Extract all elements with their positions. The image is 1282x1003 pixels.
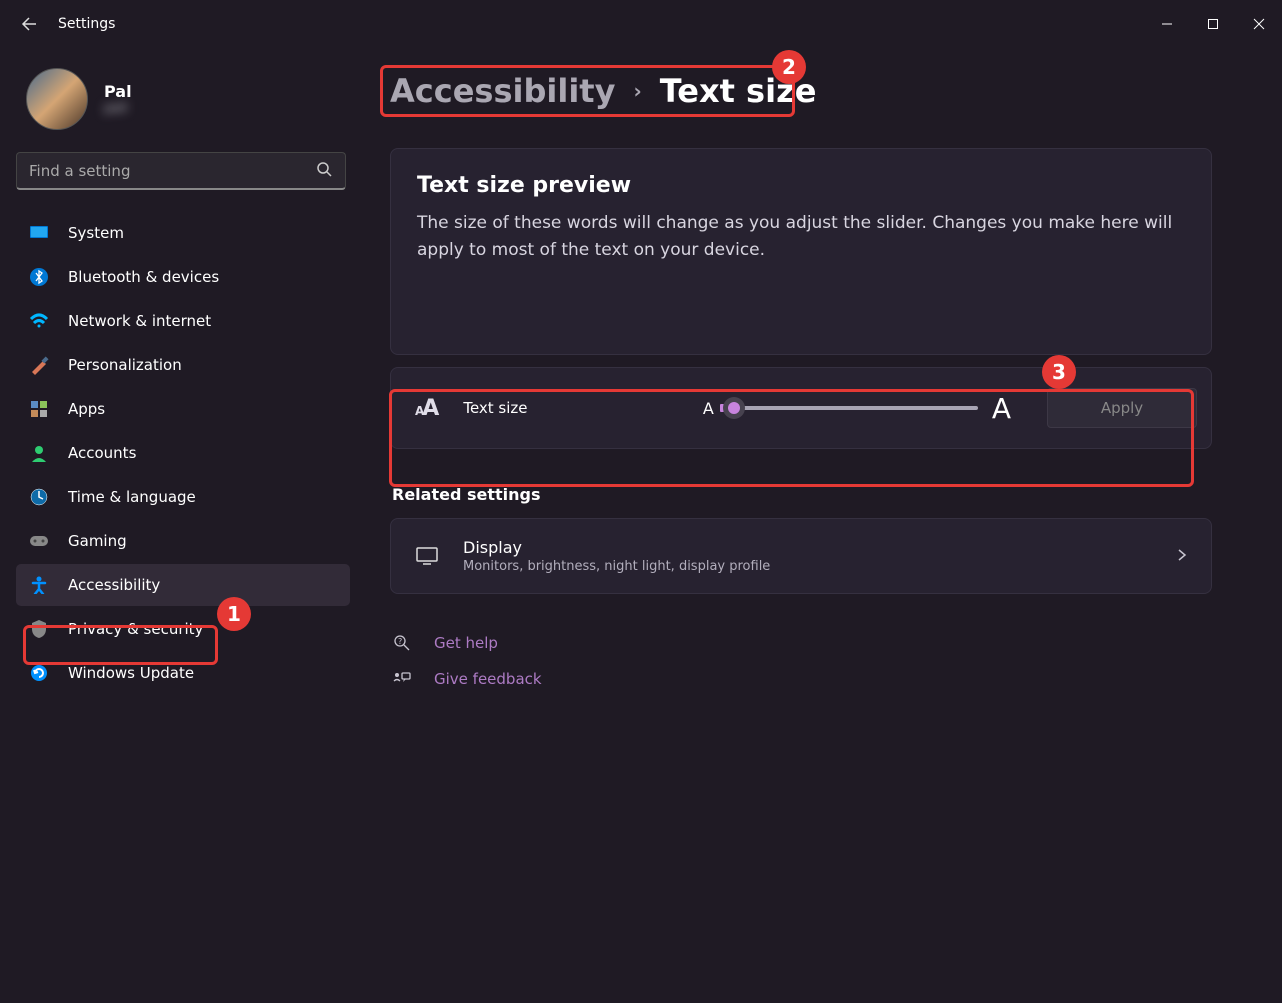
text-size-preview-card: Text size preview The size of these word… [390,148,1212,355]
text-size-icon: AA [415,396,439,421]
slider-thumb[interactable] [723,397,745,419]
sidebar-item-apps[interactable]: Apps [16,388,350,430]
bluetooth-icon [28,266,50,288]
annotation-marker-1: 1 [217,597,251,631]
maximize-button[interactable] [1190,8,1236,40]
feedback-icon [392,671,412,687]
user-name: Pal [104,82,132,101]
slider-max-label: A [992,392,1011,425]
close-icon [1253,18,1265,30]
arrow-left-icon [21,16,37,32]
sidebar-item-network[interactable]: Network & internet [16,300,350,342]
wifi-icon [28,310,50,332]
slider-label: Text size [463,399,527,417]
monitor-icon [28,222,50,244]
nav-label: Accessibility [68,576,160,594]
shield-icon [28,618,50,640]
search-input[interactable] [16,152,346,190]
nav-list: System Bluetooth & devices Network & int… [16,212,350,694]
person-icon [28,442,50,464]
update-icon [28,662,50,684]
minimize-icon [1161,18,1173,30]
slider-min-label: A [703,399,714,418]
breadcrumb-parent[interactable]: Accessibility [390,72,615,110]
sidebar-item-accessibility[interactable]: Accessibility [16,564,350,606]
link-label: Give feedback [434,670,542,688]
close-button[interactable] [1236,8,1282,40]
maximize-icon [1207,18,1219,30]
minimize-button[interactable] [1144,8,1190,40]
annotation-marker-3: 3 [1042,355,1076,389]
annotation-marker-2: 2 [772,50,806,84]
avatar [26,68,88,130]
content-area: Accessibility › Text size Text size prev… [360,52,1282,1003]
give-feedback-link[interactable]: Give feedback [390,670,1212,688]
svg-text:?: ? [398,637,402,646]
chevron-right-icon: › [633,79,641,103]
related-title: Display [463,538,770,557]
titlebar: Settings [0,0,1282,48]
nav-label: System [68,224,124,242]
sidebar-item-time-language[interactable]: Time & language [16,476,350,518]
user-account-row[interactable]: Pal pall [16,68,350,130]
sidebar-item-personalization[interactable]: Personalization [16,344,350,386]
nav-label: Apps [68,400,105,418]
nav-label: Time & language [68,488,196,506]
nav-label: Gaming [68,532,127,550]
apps-icon [28,398,50,420]
sidebar-item-bluetooth[interactable]: Bluetooth & devices [16,256,350,298]
get-help-link[interactable]: ? Get help [390,634,1212,652]
preview-title: Text size preview [417,173,1185,198]
brush-icon [28,354,50,376]
sidebar-item-windows-update[interactable]: Windows Update [16,652,350,694]
sidebar: Pal pall System Bluetooth & devices Netw… [0,52,360,1003]
gamepad-icon [28,530,50,552]
sidebar-item-gaming[interactable]: Gaming [16,520,350,562]
user-email: pall [104,101,132,116]
apply-button[interactable]: Apply [1047,388,1197,428]
related-desc: Monitors, brightness, night light, displ… [463,559,770,574]
chevron-right-icon [1177,547,1187,566]
preview-description: The size of these words will change as y… [417,210,1185,264]
link-label: Get help [434,634,498,652]
nav-label: Privacy & security [68,620,203,638]
sidebar-item-privacy[interactable]: Privacy & security [16,608,350,650]
search-wrap [16,152,350,190]
text-size-slider-card: AA Text size A A Apply [390,367,1212,449]
window-title: Settings [58,16,115,32]
accessibility-icon [28,574,50,596]
sidebar-item-system[interactable]: System [16,212,350,254]
display-icon [415,547,439,565]
sidebar-item-accounts[interactable]: Accounts [16,432,350,474]
clock-globe-icon [28,486,50,508]
back-button[interactable] [20,15,38,33]
nav-label: Network & internet [68,312,211,330]
nav-label: Windows Update [68,664,194,682]
nav-label: Personalization [68,356,182,374]
related-settings-heading: Related settings [390,485,1212,504]
related-display-card[interactable]: Display Monitors, brightness, night ligh… [390,518,1212,594]
help-icon: ? [392,634,412,652]
nav-label: Bluetooth & devices [68,268,219,286]
nav-label: Accounts [68,444,136,462]
text-size-slider[interactable] [728,406,978,410]
